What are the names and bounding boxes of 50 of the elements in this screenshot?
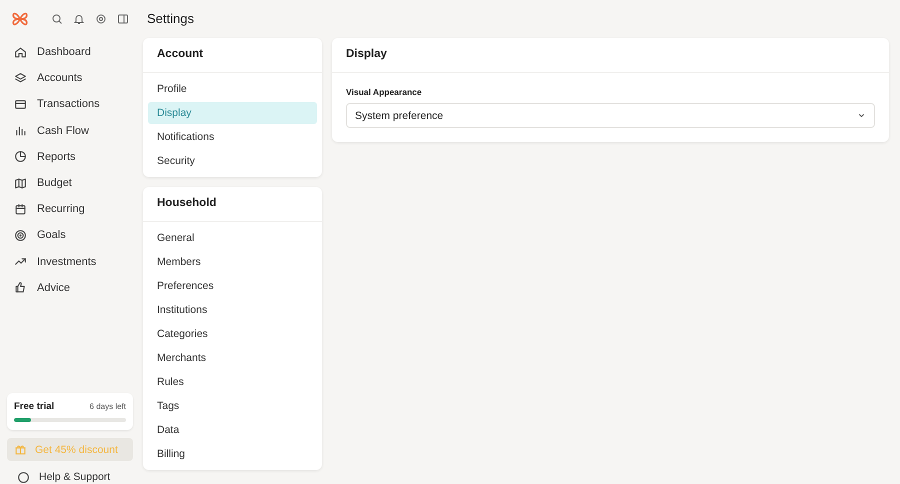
- map-icon: [14, 176, 27, 190]
- appearance-dropdown[interactable]: System preference: [346, 103, 875, 128]
- sidebar-toggle-icon[interactable]: [117, 13, 129, 25]
- settings-menu-item[interactable]: Security: [148, 150, 317, 172]
- search-icon[interactable]: [51, 13, 63, 25]
- pie-chart-icon: [14, 150, 27, 164]
- trial-remaining: 6 days left: [90, 402, 126, 411]
- home-icon: [14, 46, 27, 59]
- settings-menu-item[interactable]: Display: [148, 102, 317, 124]
- panel-title: Display: [332, 38, 889, 73]
- thumbs-up-icon: [14, 281, 27, 294]
- help-link[interactable]: Help & Support: [7, 461, 133, 484]
- page-title: Settings: [146, 10, 195, 28]
- settings-menu-item[interactable]: Data: [148, 419, 317, 441]
- settings-menu-item[interactable]: Institutions: [148, 299, 317, 321]
- field-label: Visual Appearance: [346, 87, 423, 97]
- target-icon: [14, 228, 27, 242]
- layers-icon: [14, 72, 27, 85]
- butterfly-logo-icon[interactable]: [11, 10, 29, 28]
- trial-title: Free trial: [14, 401, 54, 412]
- help-icon: [17, 470, 30, 484]
- nav-item[interactable]: Transactions: [7, 91, 133, 118]
- settings-menu-item[interactable]: Preferences: [148, 275, 317, 297]
- nav-item[interactable]: Goals: [7, 222, 133, 248]
- nav-item[interactable]: Cash Flow: [7, 118, 133, 144]
- nav-item[interactable]: Dashboard: [7, 39, 133, 66]
- chevron-down-icon: [857, 111, 866, 120]
- section-title: Household: [143, 187, 322, 222]
- bar-chart-icon: [14, 124, 27, 138]
- card-icon: [14, 98, 27, 111]
- settings-menu-item[interactable]: Tags: [148, 395, 317, 417]
- settings-menu-item[interactable]: Profile: [148, 78, 317, 100]
- nav-item[interactable]: Accounts: [7, 65, 133, 92]
- nav-item[interactable]: Budget: [7, 170, 133, 196]
- settings-menu-item[interactable]: Rules: [148, 371, 317, 393]
- settings-menu-item[interactable]: Categories: [148, 323, 317, 345]
- nav-item[interactable]: Reports: [7, 144, 133, 170]
- gift-icon: [14, 443, 27, 456]
- settings-icon[interactable]: [95, 13, 107, 25]
- settings-menu-item[interactable]: Billing: [148, 443, 317, 465]
- settings-menu-item[interactable]: Notifications: [148, 126, 317, 148]
- settings-menu-item[interactable]: Merchants: [148, 347, 317, 369]
- section-title: Account: [143, 38, 322, 73]
- settings-menu-item[interactable]: Members: [148, 251, 317, 273]
- nav-item[interactable]: Advice: [7, 274, 133, 301]
- bell-icon[interactable]: [73, 13, 85, 25]
- nav-item[interactable]: Recurring: [7, 196, 133, 222]
- nav-item[interactable]: Investments: [7, 248, 133, 275]
- settings-menu-item[interactable]: General: [148, 227, 317, 249]
- calendar-icon: [14, 202, 27, 216]
